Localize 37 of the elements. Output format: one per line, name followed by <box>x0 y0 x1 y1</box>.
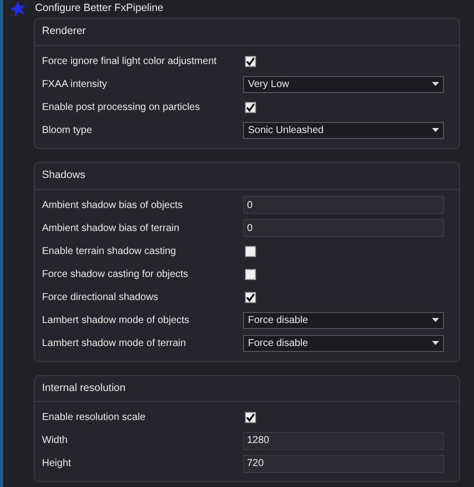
setting-label: Ambient shadow bias of terrain <box>42 222 180 236</box>
input-field[interactable]: 1280 <box>243 432 444 450</box>
checkbox[interactable] <box>245 102 256 113</box>
setting-label: Force directional shadows <box>42 290 160 304</box>
setting-label: Width <box>42 434 69 448</box>
setting-label: Bloom type <box>42 124 94 138</box>
setting-label: Force ignore final light color adjustment <box>42 54 218 69</box>
setting-label: Lambert shadow mode of objects <box>42 314 190 328</box>
checkbox[interactable] <box>245 292 256 302</box>
setting-label: Enable terrain shadow casting <box>42 244 177 258</box>
checkbox[interactable] <box>245 246 256 256</box>
checkbox[interactable] <box>245 268 256 280</box>
setting-label: Force shadow casting for objects <box>42 268 190 282</box>
setting-label: Enable resolution scale <box>42 411 146 426</box>
group-title: Internal resolution <box>42 382 126 394</box>
input-field[interactable]: 0 <box>243 196 444 214</box>
dropdown[interactable]: Force disable <box>243 334 444 352</box>
checkbox[interactable] <box>245 412 256 424</box>
checkbox[interactable] <box>245 56 256 67</box>
caret-icon <box>432 82 439 86</box>
input-field[interactable]: 720 <box>243 454 444 473</box>
group-title: Renderer <box>42 25 86 37</box>
input-field[interactable]: 0 <box>243 219 444 237</box>
dropdown[interactable]: Force disable <box>243 312 444 328</box>
setting-label: Enable post processing on particles <box>42 100 201 115</box>
setting-label: Height <box>42 457 72 472</box>
group-title: Shadows <box>42 168 86 181</box>
caret-icon <box>432 128 439 132</box>
app-icon <box>9 0 27 18</box>
dropdown[interactable]: Very Low <box>243 76 444 93</box>
setting-label: FXAA intensity <box>42 78 108 92</box>
setting-label: Ambient shadow bias of objects <box>42 198 184 212</box>
setting-label: Lambert shadow mode of terrain <box>42 336 187 350</box>
caret-icon <box>432 318 439 322</box>
window-title: Configure Better FxPipeline <box>35 1 164 16</box>
dropdown[interactable]: Sonic Unleashed <box>243 122 444 139</box>
caret-icon <box>432 341 439 345</box>
